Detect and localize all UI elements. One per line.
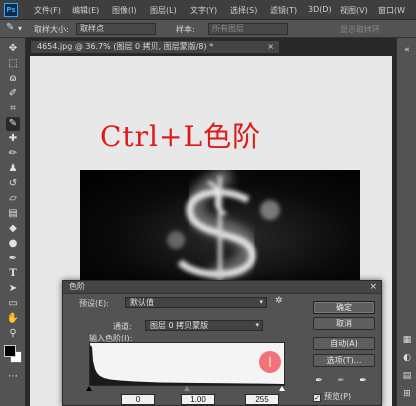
- black-eyedropper-icon[interactable]: ✒: [313, 375, 325, 387]
- close-icon[interactable]: ×: [369, 281, 377, 293]
- foreground-color-swatch[interactable]: [4, 345, 16, 357]
- sample-size-select[interactable]: 取样点: [76, 23, 156, 35]
- menu-image[interactable]: 图像(I): [112, 5, 137, 16]
- type-icon[interactable]: T: [6, 267, 20, 281]
- document-tab-title: 4654.jpg @ 36.7% (图层 0 拷贝, 图层蒙版/8) *: [37, 42, 214, 51]
- levels-dialog: 色阶 × 预设(E): 默认值 ▾ ✲ 通道: 图层 0 拷贝蒙版 ▾ 输入色阶…: [62, 280, 382, 406]
- sample-select[interactable]: 所有图层: [208, 23, 288, 35]
- menu-window[interactable]: 窗口(W: [378, 5, 405, 16]
- menu-select[interactable]: 选择(S): [230, 5, 257, 16]
- smoke-dollar-graphic: [167, 170, 280, 282]
- preset-value: 默认值: [130, 298, 154, 307]
- quick-select-icon[interactable]: ✐: [6, 87, 20, 101]
- chevron-down-icon: ▾: [255, 321, 259, 329]
- move-icon[interactable]: ✥: [6, 42, 20, 56]
- preset-label: 预设(E):: [79, 299, 109, 308]
- levels-dialog-title: 色阶: [69, 282, 85, 291]
- ok-button[interactable]: 确定: [313, 301, 375, 314]
- input-gamma-field[interactable]: [181, 394, 215, 405]
- healing-icon[interactable]: ✚: [6, 132, 20, 146]
- photoshop-logo: Ps: [4, 3, 18, 17]
- zoom-icon[interactable]: ⚲: [6, 327, 20, 341]
- input-black-field[interactable]: [121, 394, 155, 405]
- gradient-icon[interactable]: ▤: [6, 207, 20, 221]
- chevron-down-icon: ▾: [259, 298, 263, 306]
- tool-preset-caret[interactable]: ▾: [18, 24, 22, 33]
- channel-label: 通道:: [113, 322, 132, 331]
- eyedropper-icon[interactable]: ✎: [6, 22, 14, 33]
- tools-panel: ✥ ⬚ ɷ ✐ ⌗ ✎ ✚ ✏ ♟ ↺ ▱ ▤ ◆ ● ✒ T ➤ ▭ ✋ ⚲ …: [0, 38, 26, 406]
- channel-value: 图层 0 拷贝蒙版: [150, 321, 209, 330]
- more-icon[interactable]: ⋯: [6, 370, 20, 384]
- menu-type[interactable]: 文字(Y): [190, 5, 217, 16]
- channel-select[interactable]: 图层 0 拷贝蒙版 ▾: [145, 320, 263, 331]
- sample-value: 所有图层: [212, 24, 244, 33]
- pen-icon[interactable]: ✒: [6, 252, 20, 266]
- cancel-button[interactable]: 取消: [313, 317, 375, 330]
- preset-select[interactable]: 默认值 ▾: [125, 297, 267, 308]
- dodge-icon[interactable]: ●: [6, 237, 20, 251]
- sample-label: 样本:: [176, 25, 195, 34]
- checkbox-checked-icon[interactable]: ✓: [313, 394, 321, 402]
- panel-icon-2[interactable]: ◐: [401, 352, 413, 364]
- path-select-icon[interactable]: ➤: [6, 282, 20, 296]
- menu-bar: Ps 文件(F) 编辑(E) 图像(I) 图层(L) 文字(Y) 选择(S) 滤…: [0, 0, 416, 20]
- menu-file[interactable]: 文件(F): [34, 5, 61, 16]
- brush-icon[interactable]: ✏: [6, 147, 20, 161]
- levels-dialog-titlebar[interactable]: 色阶 ×: [63, 281, 381, 294]
- options-bar: ✎ ▾ 取样大小: 取样点 样本: 所有图层 显示取样环: [0, 20, 416, 38]
- crop-icon[interactable]: ⌗: [6, 102, 20, 116]
- blur-icon[interactable]: ◆: [6, 222, 20, 236]
- sample-size-value: 取样点: [80, 24, 104, 33]
- marquee-icon[interactable]: ⬚: [6, 57, 20, 71]
- input-levels-slider[interactable]: [86, 386, 285, 392]
- click-indicator: [259, 351, 281, 373]
- eyedropper-group: ✒ ✒ ✒: [311, 375, 381, 387]
- black-point-handle[interactable]: [86, 386, 92, 391]
- document-tab[interactable]: 4654.jpg @ 36.7% (图层 0 拷贝, 图层蒙版/8) * ×: [30, 40, 280, 54]
- collapse-icon[interactable]: «: [401, 44, 413, 56]
- gray-eyedropper-icon[interactable]: ✒: [335, 375, 347, 387]
- histogram: [89, 342, 285, 386]
- input-white-field[interactable]: [245, 394, 279, 405]
- panel-icon-3[interactable]: ▤: [401, 370, 413, 382]
- history-brush-icon[interactable]: ↺: [6, 177, 20, 191]
- preview-checkbox[interactable]: ✓ 预览(P): [313, 391, 351, 402]
- show-sampling-ring[interactable]: 显示取样环: [340, 24, 380, 35]
- close-tab-icon[interactable]: ×: [267, 41, 274, 53]
- menu-edit[interactable]: 编辑(E): [72, 5, 99, 16]
- histogram-graph: [90, 345, 284, 385]
- menu-filter[interactable]: 滤镜(T): [270, 5, 297, 16]
- panel-icon-4[interactable]: ⊞: [401, 388, 413, 400]
- gamma-handle[interactable]: [184, 386, 190, 391]
- options-button[interactable]: 选项(T)...: [313, 354, 375, 367]
- menu-3d[interactable]: 3D(D): [308, 5, 332, 14]
- auto-button[interactable]: 自动(A): [313, 337, 375, 350]
- eraser-icon[interactable]: ▱: [6, 192, 20, 206]
- menu-layer[interactable]: 图层(L): [150, 5, 177, 16]
- hand-icon[interactable]: ✋: [6, 312, 20, 326]
- menu-view[interactable]: 视图(V): [340, 5, 368, 16]
- panel-icon-1[interactable]: ▦: [401, 334, 413, 346]
- lasso-icon[interactable]: ɷ: [6, 72, 20, 86]
- tutorial-overlay-text: Ctrl+L色阶: [100, 120, 262, 153]
- preview-label: 预览(P): [324, 392, 352, 401]
- gear-icon[interactable]: ✲: [275, 296, 283, 306]
- white-point-handle[interactable]: [279, 386, 285, 391]
- panel-dock: « ▦ ◐ ▤ ⊞: [396, 38, 416, 406]
- clone-stamp-icon[interactable]: ♟: [6, 162, 20, 176]
- smoke-dollar-image: [80, 170, 360, 282]
- eyedropper-icon[interactable]: ✎: [6, 117, 20, 131]
- shape-icon[interactable]: ▭: [6, 297, 20, 311]
- sample-size-label: 取样大小:: [34, 25, 69, 34]
- white-eyedropper-icon[interactable]: ✒: [357, 375, 369, 387]
